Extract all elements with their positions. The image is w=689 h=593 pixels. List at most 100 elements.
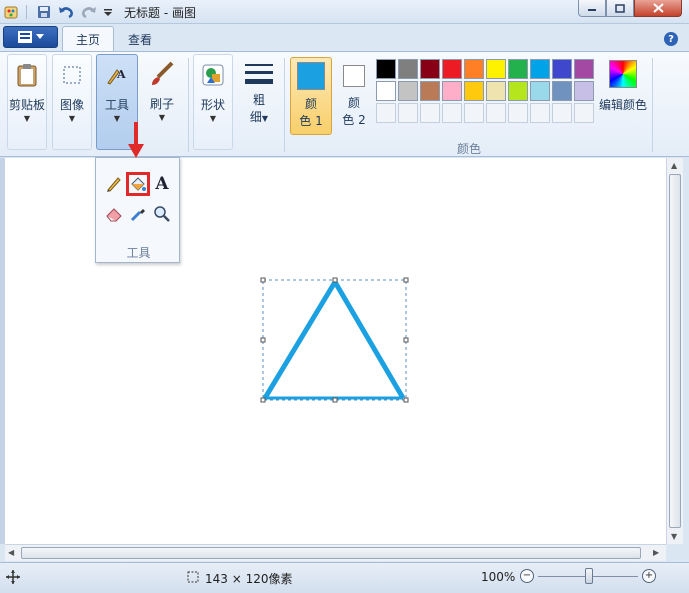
- color-picker-icon[interactable]: [126, 202, 150, 226]
- tab-view[interactable]: 查看: [114, 26, 166, 52]
- line-width-icon: [245, 60, 273, 88]
- svg-text:A: A: [116, 68, 126, 81]
- image-button[interactable]: 图像 ▼: [52, 54, 92, 150]
- eraser-icon[interactable]: [102, 202, 126, 226]
- fill-bucket-icon[interactable]: [126, 172, 150, 196]
- horizontal-scroll-thumb[interactable]: [21, 547, 641, 559]
- palette-color-swatch[interactable]: [552, 59, 572, 79]
- triangle-selection[interactable]: [245, 268, 425, 418]
- text-icon[interactable]: A: [150, 172, 174, 196]
- zoom-out-button[interactable]: −: [520, 569, 534, 583]
- help-icon[interactable]: ?: [664, 32, 678, 46]
- zoom-slider-thumb[interactable]: [585, 568, 593, 584]
- palette-custom-slot[interactable]: [574, 103, 594, 123]
- tab-home[interactable]: 主页: [62, 26, 114, 52]
- scroll-up-icon[interactable]: ▲: [671, 161, 677, 170]
- horizontal-scrollbar[interactable]: ◀ ▶: [5, 544, 666, 561]
- palette-color-swatch[interactable]: [486, 81, 506, 101]
- tools-label: 工具: [104, 98, 129, 112]
- palette-color-swatch[interactable]: [486, 59, 506, 79]
- palette-color-swatch[interactable]: [376, 59, 396, 79]
- brush-icon: [148, 60, 176, 88]
- palette-custom-slot[interactable]: [486, 103, 506, 123]
- tools-grid: A: [102, 172, 174, 228]
- palette-color-swatch[interactable]: [464, 81, 484, 101]
- edit-colors-button[interactable]: 编辑颜色: [596, 54, 650, 150]
- size-button[interactable]: 粗 细▼: [238, 54, 280, 150]
- vertical-scroll-thumb[interactable]: [669, 174, 681, 528]
- save-icon[interactable]: [35, 3, 53, 21]
- palette-custom-slot[interactable]: [552, 103, 572, 123]
- palette-color-swatch[interactable]: [398, 59, 418, 79]
- status-bar: 143 × 120像素 100% − +: [0, 562, 689, 593]
- chevron-down-icon: ▼: [158, 113, 166, 122]
- palette-color-swatch[interactable]: [464, 59, 484, 79]
- tools-group-caption: 工具: [126, 246, 151, 260]
- vertical-scrollbar[interactable]: ▲ ▼: [666, 158, 683, 544]
- palette-custom-slot[interactable]: [508, 103, 528, 123]
- palette-custom-slot[interactable]: [464, 103, 484, 123]
- color1-label-line1: 颜: [304, 97, 317, 111]
- palette-color-swatch[interactable]: [574, 81, 594, 101]
- selection-handles[interactable]: [260, 277, 409, 403]
- palette-color-swatch[interactable]: [420, 59, 440, 79]
- selection-size-text: 143 × 120像素: [205, 572, 293, 586]
- clipboard-button[interactable]: 剪贴板 ▼: [7, 54, 47, 150]
- palette-custom-slot[interactable]: [398, 103, 418, 123]
- qat-divider: [26, 5, 27, 19]
- color-palette: [375, 58, 595, 124]
- title-bar: 无标题 - 画图: [0, 0, 689, 24]
- undo-icon[interactable]: [57, 3, 75, 21]
- chevron-down-icon: ▼: [23, 114, 31, 123]
- shapes-button[interactable]: 形状 ▼: [193, 54, 233, 150]
- maximize-button[interactable]: [606, 0, 634, 17]
- palette-color-swatch[interactable]: [508, 59, 528, 79]
- scroll-left-icon[interactable]: ◀: [8, 548, 14, 557]
- chevron-down-icon: ▼: [209, 114, 217, 123]
- scroll-right-icon[interactable]: ▶: [653, 548, 659, 557]
- palette-custom-slot[interactable]: [376, 103, 396, 123]
- redo-icon[interactable]: [80, 3, 98, 21]
- palette-color-swatch[interactable]: [376, 81, 396, 101]
- palette-group-label: 颜色: [457, 142, 482, 156]
- color2-button[interactable]: 颜 色 2: [336, 57, 372, 135]
- group-separator: [188, 58, 189, 152]
- brushes-button[interactable]: 刷子 ▼: [142, 54, 182, 150]
- color1-label-line2: 色 1: [299, 114, 323, 128]
- callout-arrow-icon: [128, 122, 144, 158]
- close-button[interactable]: [634, 0, 682, 17]
- color1-button[interactable]: 颜 色 1: [290, 57, 332, 135]
- zoom-in-button[interactable]: +: [642, 569, 656, 583]
- palette-color-swatch[interactable]: [574, 59, 594, 79]
- magnifier-icon[interactable]: [150, 202, 174, 226]
- palette-color-swatch[interactable]: [508, 81, 528, 101]
- palette-color-swatch[interactable]: [530, 59, 550, 79]
- qat-customize-icon[interactable]: [99, 3, 117, 21]
- palette-color-swatch[interactable]: [552, 81, 572, 101]
- tools-icon: A: [103, 61, 131, 89]
- chevron-down-icon: ▼: [68, 114, 76, 123]
- palette-color-swatch[interactable]: [530, 81, 550, 101]
- image-label: 图像: [59, 98, 84, 112]
- clipboard-icon: [13, 61, 41, 89]
- palette-custom-slot[interactable]: [420, 103, 440, 123]
- tools-dropdown: A 工具: [95, 157, 180, 263]
- scroll-down-icon[interactable]: ▼: [671, 532, 677, 541]
- selection-size-icon: [186, 570, 200, 587]
- zoom-level: 100%: [481, 570, 516, 584]
- shapes-label: 形状: [200, 98, 225, 112]
- text-tool-glyph: A: [155, 174, 169, 194]
- palette-custom-slot[interactable]: [442, 103, 462, 123]
- palette-color-swatch[interactable]: [420, 81, 440, 101]
- minimize-button[interactable]: [578, 0, 606, 17]
- palette-color-swatch[interactable]: [442, 59, 462, 79]
- paint-app-icon[interactable]: [3, 3, 21, 21]
- pencil-icon[interactable]: [102, 172, 126, 196]
- triangle-shape: [262, 279, 406, 400]
- edit-colors-label: 编辑颜色: [598, 98, 647, 112]
- size-label-line1: 粗: [252, 93, 265, 107]
- palette-color-swatch[interactable]: [398, 81, 418, 101]
- palette-color-swatch[interactable]: [442, 81, 462, 101]
- paint-menu-button[interactable]: [3, 26, 58, 48]
- palette-custom-slot[interactable]: [530, 103, 550, 123]
